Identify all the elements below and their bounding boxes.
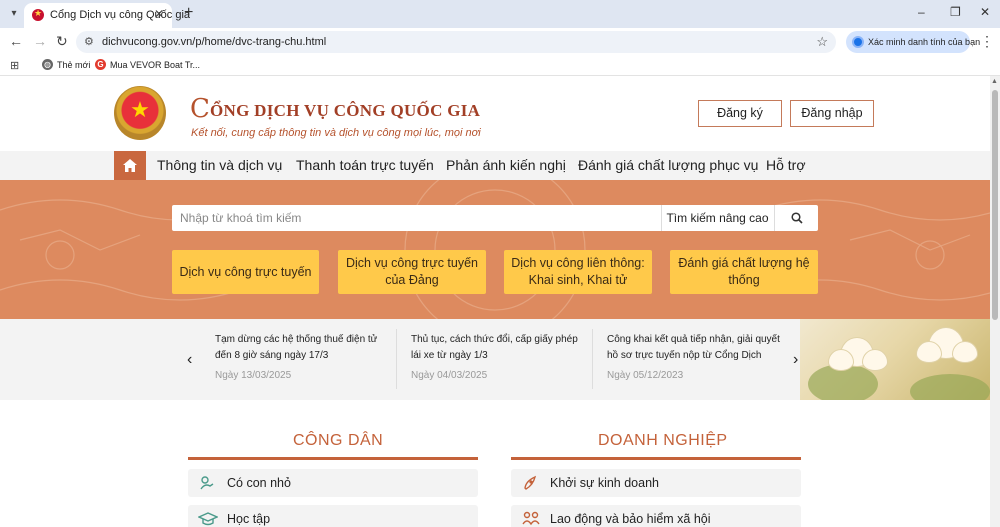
browser-tabstrip: ▾ Cổng Dịch vụ công Quốc gia ✕ + – ❐ ✕: [0, 0, 1000, 28]
quick-link-online-services[interactable]: Dịch vụ công trực tuyến: [172, 250, 319, 294]
business-section-title[interactable]: DOANH NGHIỆP: [598, 432, 728, 450]
search-icon: [791, 212, 803, 224]
news-item-date: Ngày 05/12/2023: [607, 370, 684, 381]
news-item[interactable]: Công khai kết quả tiếp nhận, giải quyết …: [607, 332, 783, 381]
quick-link-party-services[interactable]: Dịch vụ công trực tuyến của Đảng: [338, 250, 486, 294]
back-arrow-icon[interactable]: ←: [9, 33, 23, 49]
business-section-underline: [511, 457, 801, 460]
brand-mark: C: [190, 94, 210, 124]
news-item-date: Ngày 13/03/2025: [215, 370, 292, 381]
nav-item-online-payment[interactable]: Thanh toán trực tuyến: [296, 157, 434, 173]
scrollbar-thumb[interactable]: [992, 90, 998, 320]
news-carousel: ‹ Tạm dừng các hệ thống thuế điện tử đến…: [0, 319, 990, 400]
window-close-icon[interactable]: ✕: [980, 5, 990, 19]
g-icon: G: [95, 59, 106, 70]
site-subtitle: Kết nối, cung cấp thông tin và dịch vụ c…: [191, 127, 481, 139]
browser-menu-icon[interactable]: ⋮: [980, 33, 994, 50]
news-item-text[interactable]: Tạm dừng các hệ thống thuế điện tử đến 8…: [215, 332, 391, 365]
forward-arrow-icon[interactable]: →: [33, 33, 47, 49]
browser-tab-active[interactable]: Cổng Dịch vụ công Quốc gia ✕: [24, 3, 190, 28]
login-button[interactable]: Đăng nhập: [790, 100, 874, 127]
browser-toolbar: ← → ↻ ⚙ dichvucong.gov.vn/p/home/dvc-tra…: [0, 28, 1000, 55]
business-service-label: Khởi sự kinh doanh: [550, 476, 659, 490]
nav-item-support[interactable]: Hỗ trợ: [766, 157, 806, 173]
maximize-icon[interactable]: ❐: [950, 5, 961, 19]
scroll-up-icon[interactable]: ▲: [991, 78, 998, 85]
tab-title: Cổng Dịch vụ công Quốc gia: [50, 9, 191, 21]
search-input[interactable]: [172, 205, 660, 231]
national-emblem-logo[interactable]: [114, 86, 166, 140]
citizen-section-title[interactable]: CÔNG DÂN: [293, 432, 383, 450]
site-header: C ỔNG DỊCH VỤ CÔNG QUỐC GIA Kết nối, cun…: [0, 76, 990, 151]
news-item-date: Ngày 04/03/2025: [411, 370, 488, 381]
rocket-icon: [524, 475, 537, 490]
identity-chip-label: Xác minh danh tính của bạn: [868, 37, 981, 47]
baby-icon: [200, 476, 214, 490]
quick-link-system-rating[interactable]: Đánh giá chất lượng hệ thống: [670, 250, 818, 294]
page-scrollbar[interactable]: ▲: [990, 76, 1000, 527]
nav-item-service-rating[interactable]: Đánh giá chất lượng phục vụ: [578, 157, 758, 173]
search-bar: Tìm kiếm nâng cao: [172, 205, 818, 231]
citizen-service-item[interactable]: Có con nhỏ: [188, 469, 478, 497]
home-icon: [123, 159, 137, 172]
workers-icon: [522, 511, 540, 526]
site-title[interactable]: ỔNG DỊCH VỤ CÔNG QUỐC GIA: [210, 101, 480, 121]
business-service-item[interactable]: Lao động và bảo hiểm xã hội: [511, 505, 801, 527]
citizen-section-underline: [188, 457, 478, 460]
tab-search-chevron-icon[interactable]: ▾: [6, 6, 22, 22]
globe-icon: ◍: [42, 59, 53, 70]
news-next-chevron-icon[interactable]: ›: [793, 351, 798, 369]
graduation-cap-icon: [198, 512, 218, 526]
news-item[interactable]: Thủ tục, cách thức đổi, cấp giấy phép lá…: [411, 332, 587, 381]
business-service-label: Lao động và bảo hiểm xã hội: [550, 512, 711, 526]
hero-banner: Tìm kiếm nâng cao Dịch vụ công trực tuyế…: [0, 180, 990, 319]
news-divider: [396, 329, 397, 389]
citizen-service-item[interactable]: Học tập: [188, 505, 478, 527]
advanced-search-button[interactable]: Tìm kiếm nâng cao: [661, 205, 773, 231]
main-navigation: Thông tin và dịch vụ Thanh toán trực tuy…: [0, 151, 990, 180]
identity-verify-chip[interactable]: Xác minh danh tính của bạn: [846, 31, 980, 53]
reload-icon[interactable]: ↻: [56, 33, 68, 50]
bookmarks-bar: ⊞ ◍ Thẻ mới G Mua VEVOR Boat Tr...: [0, 55, 1000, 76]
tab-close-icon[interactable]: ✕: [154, 7, 164, 21]
nav-item-feedback[interactable]: Phản ánh kiến nghị: [446, 157, 566, 173]
news-divider: [592, 329, 593, 389]
register-button[interactable]: Đăng ký: [698, 100, 782, 127]
citizen-service-label: Học tập: [227, 512, 271, 526]
drum-pattern-background: [0, 180, 990, 319]
nav-item-info-services[interactable]: Thông tin và dịch vụ: [157, 157, 282, 173]
news-item-text[interactable]: Công khai kết quả tiếp nhận, giải quyết …: [607, 332, 783, 365]
news-item-text[interactable]: Thủ tục, cách thức đổi, cấp giấy phép lá…: [411, 332, 587, 365]
apps-grid-icon[interactable]: ⊞: [10, 59, 19, 72]
quick-link-birth-death[interactable]: Dịch vụ công liên thông: Khai sinh, Khai…: [504, 250, 652, 294]
new-tab-icon[interactable]: +: [184, 4, 193, 22]
bookmark-new-tab[interactable]: ◍ Thẻ mới: [42, 59, 90, 70]
site-settings-icon[interactable]: ⚙: [84, 35, 94, 48]
business-service-item[interactable]: Khởi sự kinh doanh: [511, 469, 801, 497]
news-prev-chevron-icon[interactable]: ‹: [187, 351, 192, 369]
citizen-service-label: Có con nhỏ: [227, 476, 291, 490]
identity-icon: [852, 36, 864, 48]
news-item[interactable]: Tạm dừng các hệ thống thuế điện tử đến 8…: [215, 332, 391, 381]
address-url[interactable]: dichvucong.gov.vn/p/home/dvc-trang-chu.h…: [102, 36, 326, 48]
bookmark-vevor[interactable]: G Mua VEVOR Boat Tr...: [95, 59, 200, 70]
search-button[interactable]: [774, 205, 818, 231]
page-viewport: C ỔNG DỊCH VỤ CÔNG QUỐC GIA Kết nối, cun…: [0, 76, 990, 527]
bookmark-star-icon[interactable]: ☆: [816, 34, 828, 50]
lotus-decoration-image: [800, 319, 990, 400]
minimize-icon[interactable]: –: [918, 5, 925, 19]
address-bar[interactable]: ⚙ dichvucong.gov.vn/p/home/dvc-trang-chu…: [76, 31, 836, 53]
vietnam-flag-favicon-icon: [32, 8, 44, 21]
home-button[interactable]: [114, 151, 146, 180]
